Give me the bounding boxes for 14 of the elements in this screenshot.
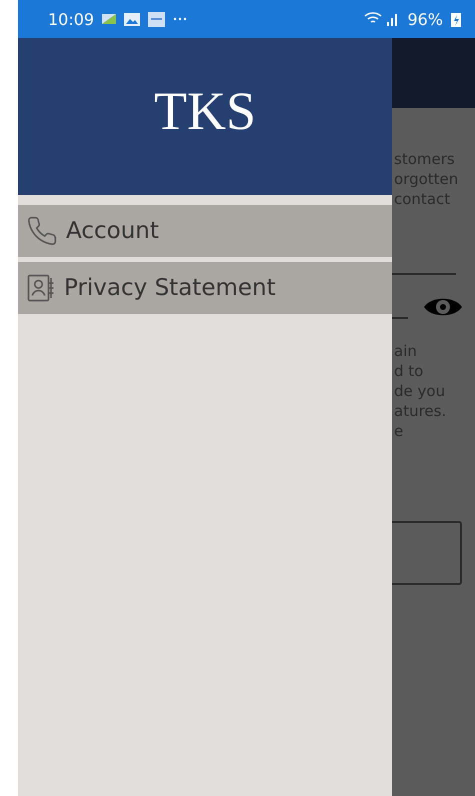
wifi-signal-icon bbox=[363, 11, 400, 27]
app-notification-icon bbox=[148, 12, 166, 26]
more-notifications-icon bbox=[173, 17, 188, 21]
page-button-outline bbox=[392, 521, 462, 585]
contact-book-icon bbox=[26, 273, 56, 303]
status-time: 10:09 bbox=[48, 10, 94, 28]
battery-percent: 96% bbox=[407, 10, 443, 28]
drawer-menu-item[interactable]: Privacy Statement bbox=[18, 262, 392, 314]
drawer-menu-item[interactable]: Account bbox=[18, 205, 392, 257]
data-saver-icon bbox=[102, 14, 116, 24]
gallery-icon bbox=[124, 12, 140, 26]
battery-charging-icon bbox=[451, 11, 461, 27]
phone-icon bbox=[26, 215, 58, 247]
app-logo-text: TKS bbox=[154, 80, 256, 142]
